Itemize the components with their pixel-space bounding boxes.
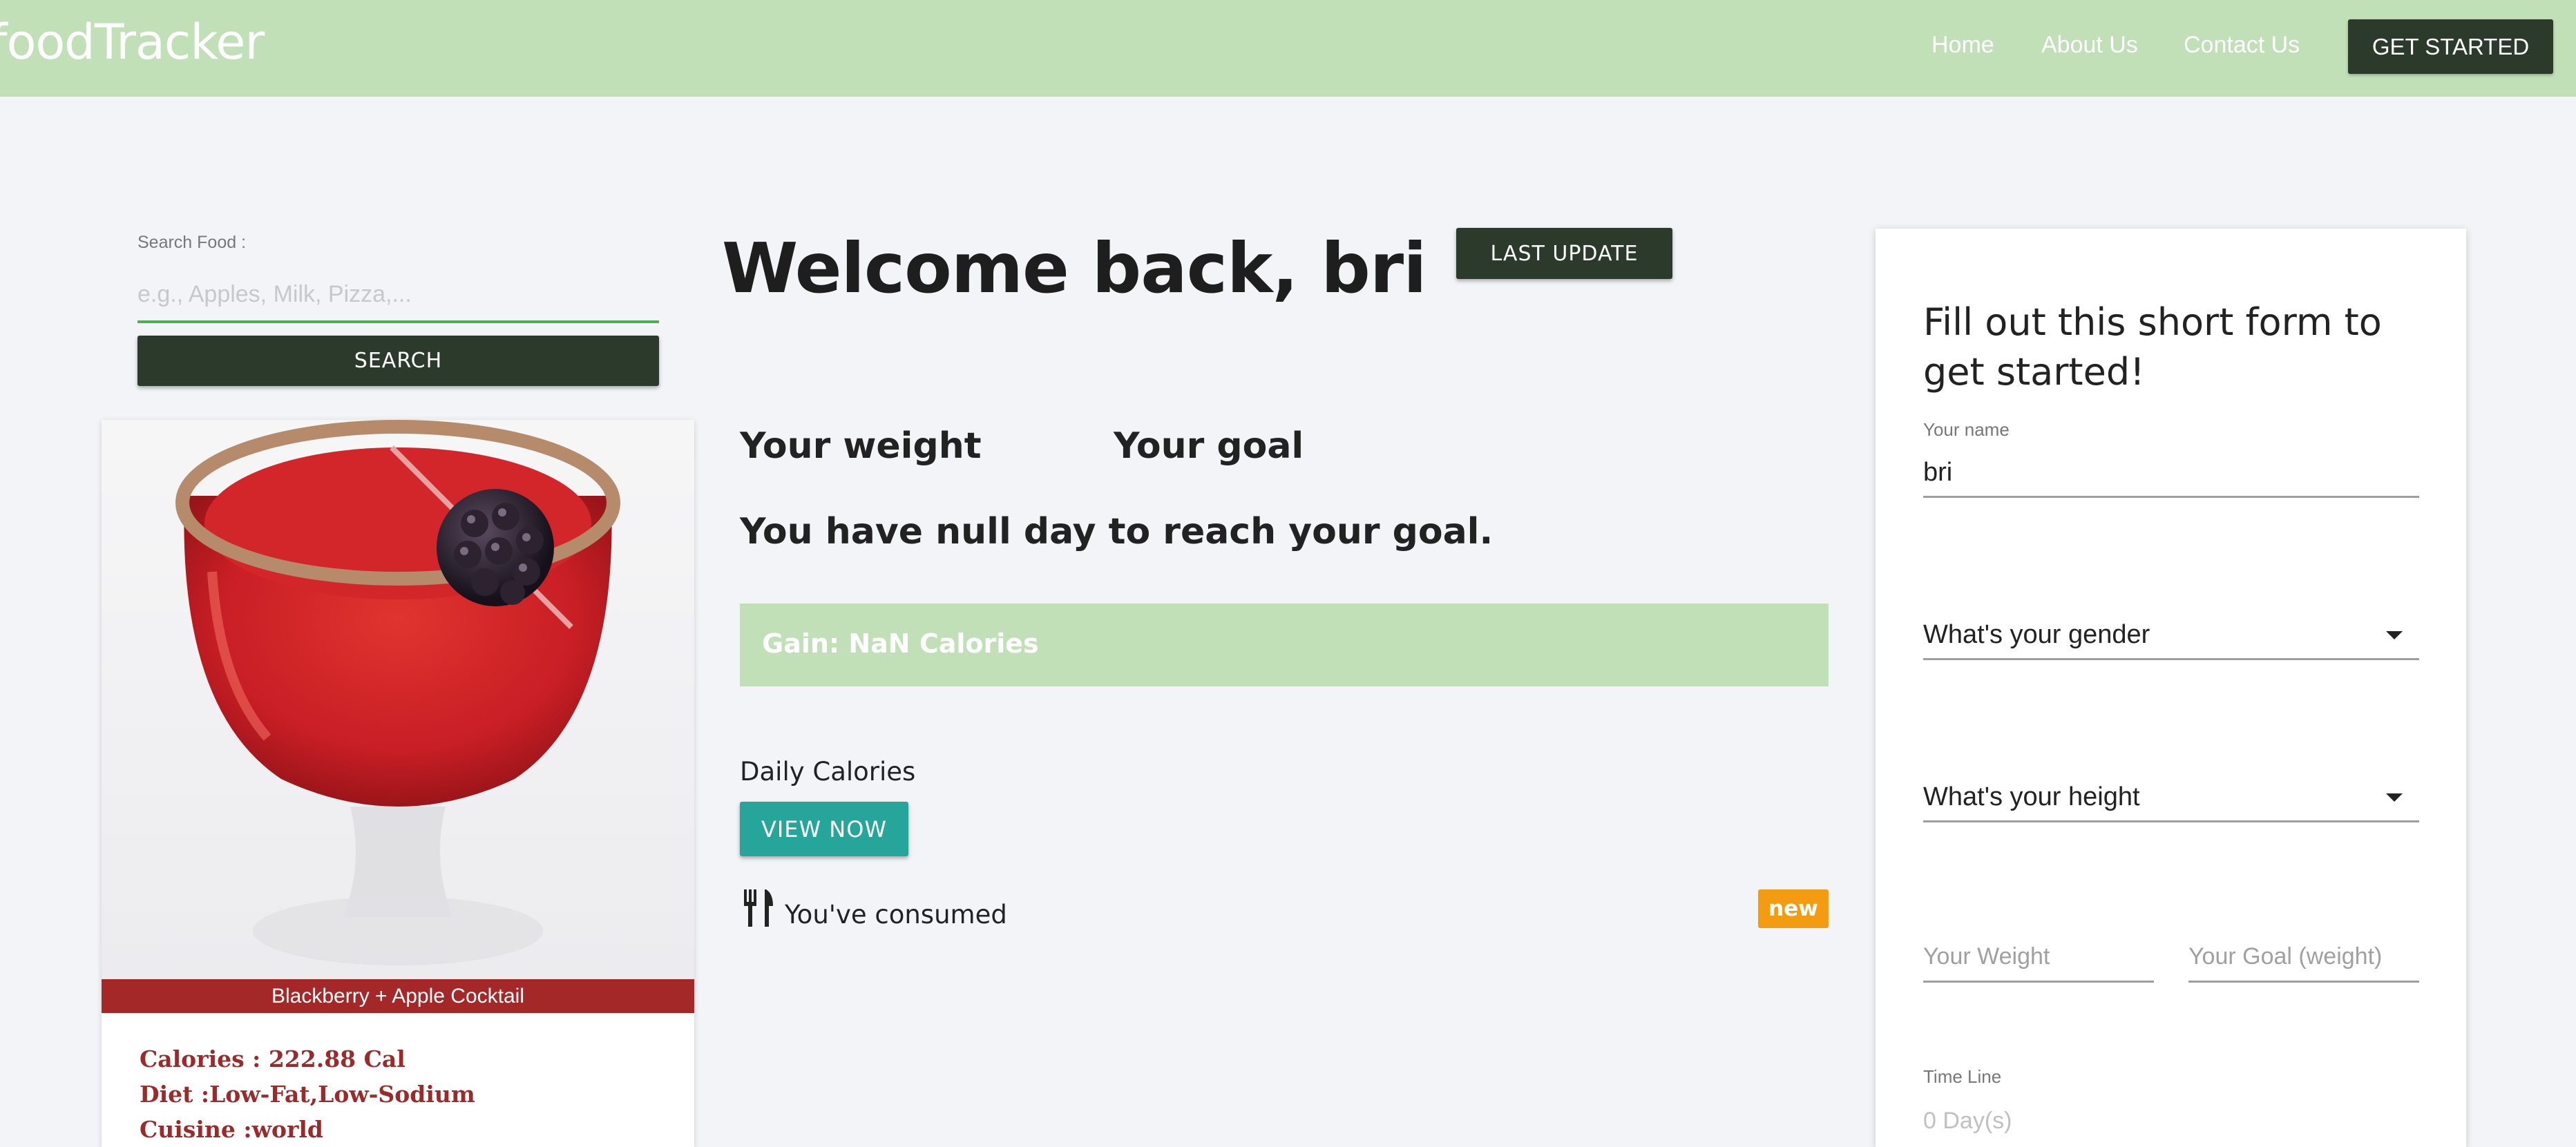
chevron-down-icon — [2386, 793, 2403, 802]
form-title: Fill out this short form to get started! — [1923, 300, 2382, 394]
consumed-text: You've consumed — [785, 900, 1007, 929]
goal-weight-field[interactable] — [2188, 933, 2419, 983]
timeline-label: Time Line — [1923, 1066, 2002, 1087]
height-select-value: What's your height — [1923, 782, 2140, 811]
timeline-field[interactable] — [1923, 1100, 2419, 1141]
height-select[interactable]: What's your height — [1923, 774, 2419, 822]
brand-logo[interactable]: foodTracker — [0, 14, 265, 70]
name-field[interactable] — [1923, 450, 2419, 498]
gain-calories-text: Gain: NaN Calories — [762, 628, 1039, 659]
search-food-label: Search Food : — [137, 233, 247, 252]
food-caption: Blackberry + Apple Cocktail — [102, 979, 694, 1013]
food-calories: Calories : 222.88 Cal — [140, 1045, 406, 1072]
search-button[interactable]: SEARCH — [137, 336, 659, 386]
your-goal-label: Your goal — [1114, 425, 1304, 467]
signup-form-card: Fill out this short form to get started!… — [1876, 229, 2466, 1147]
cutlery-icon — [744, 889, 773, 927]
welcome-heading: Welcome back, bri — [722, 228, 1427, 309]
daily-calories-label: Daily Calories — [740, 757, 916, 787]
food-image — [102, 420, 694, 979]
nav-link-home[interactable]: Home — [1931, 32, 1994, 59]
reach-goal-text: You have null day to reach your goal. — [740, 511, 1494, 552]
your-weight-label: Your weight — [740, 425, 982, 467]
name-label: Your name — [1923, 419, 2010, 440]
view-now-button[interactable]: VIEW NOW — [740, 802, 908, 856]
food-info: Calories : 222.88 Cal Diet :Low-Fat,Low-… — [140, 1041, 475, 1147]
nav-link-about-us[interactable]: About Us — [2041, 32, 2138, 59]
food-result-card[interactable]: Blackberry + Apple Cocktail Calories : 2… — [102, 420, 694, 1147]
gender-select-value: What's your gender — [1923, 620, 2150, 649]
gain-calories-banner: Gain: NaN Calories — [740, 604, 1829, 686]
get-started-button[interactable]: GET STARTED — [2348, 19, 2553, 74]
top-navbar: foodTracker Home About Us Contact Us GET… — [0, 0, 2576, 97]
gender-select[interactable]: What's your gender — [1923, 612, 2419, 660]
weight-field[interactable] — [1923, 933, 2154, 983]
last-update-button[interactable]: LAST UPDATE — [1456, 228, 1672, 279]
search-food-input[interactable] — [137, 268, 659, 323]
nav-link-contact-us[interactable]: Contact Us — [2184, 32, 2300, 59]
food-cuisine: Cuisine :world — [140, 1116, 323, 1143]
chevron-down-icon — [2386, 630, 2403, 639]
food-diet: Diet :Low-Fat,Low-Sodium — [140, 1081, 475, 1108]
new-badge: new — [1758, 889, 1829, 928]
